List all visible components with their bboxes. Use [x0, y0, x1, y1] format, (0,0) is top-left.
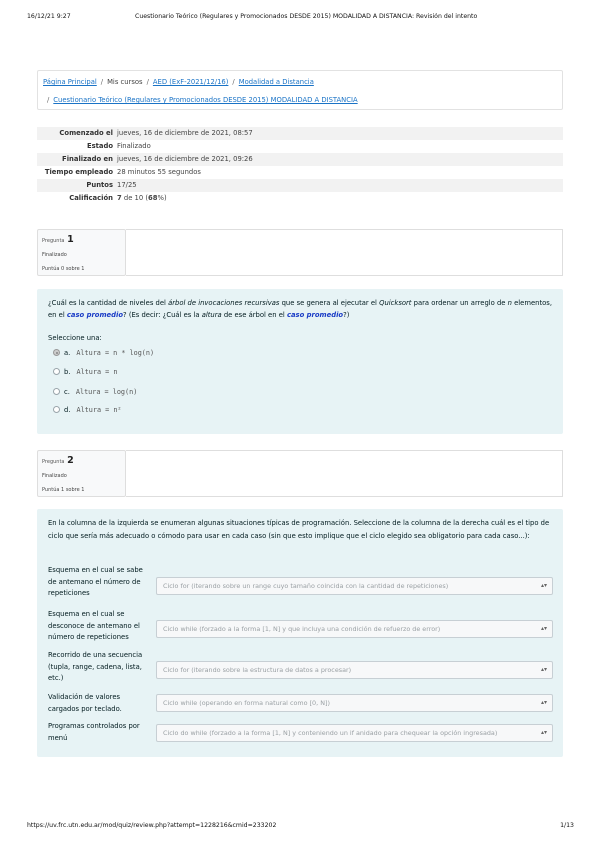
- match-row-label: Recorrido de una secuencia (tupla, range…: [48, 651, 143, 682]
- radio-icon[interactable]: [53, 388, 60, 395]
- summary-value: 17/25: [117, 181, 137, 189]
- answer-option-d[interactable]: d. Altura = n²: [53, 406, 122, 418]
- match-answer-select[interactable]: Ciclo for (iterando sobre la estructura …: [156, 661, 553, 679]
- option-text: Altura = log(n): [75, 388, 138, 396]
- answer-option-b[interactable]: b. Altura = n: [53, 368, 117, 380]
- option-text: Altura = n²: [76, 406, 122, 414]
- summary-label: Comenzado el: [59, 129, 113, 137]
- select-caret-icon: ▴▾: [540, 625, 547, 632]
- summary-row: Estado Finalizado: [37, 140, 563, 153]
- summary-value: 28 minutos 55 segundos: [117, 168, 201, 176]
- option-letter: c.: [64, 388, 70, 396]
- print-header: 16/12/21 9:27 Cuestionario Teórico (Regu…: [27, 13, 574, 25]
- summary-row: Tiempo empleado 28 minutos 55 segundos: [37, 166, 563, 179]
- breadcrumb-quiz-link[interactable]: Cuestionario Teórico (Regulares y Promoc…: [53, 96, 357, 104]
- question-text: En la columna de la izquierda se enumera…: [48, 519, 550, 540]
- grade-suffix: de 10 (: [121, 194, 149, 202]
- match-row: Programas controlados por menú Ciclo do …: [48, 721, 553, 747]
- question-2-body: En la columna de la izquierda se enumera…: [37, 509, 563, 757]
- question-label: Pregunta: [42, 459, 65, 465]
- select-caret-icon: ▴▾: [540, 666, 547, 673]
- match-answer-select[interactable]: Ciclo while (operando en forma natural c…: [156, 694, 553, 712]
- option-text: Altura = n * log(n): [76, 349, 155, 357]
- summary-value: jueves, 16 de diciembre de 2021, 08:57: [117, 129, 253, 137]
- select-caret-icon: ▴▾: [540, 582, 547, 589]
- option-letter: a.: [64, 349, 71, 357]
- question-prompt: Seleccione una:: [48, 334, 102, 342]
- match-row: Esquema en el cual se sabe de antemano e…: [48, 565, 553, 605]
- attempt-summary-table: Comenzado el jueves, 16 de diciembre de …: [37, 127, 563, 205]
- match-row: Recorrido de una secuencia (tupla, range…: [48, 650, 553, 690]
- answer-option-c[interactable]: c. Altura = log(n): [53, 388, 137, 400]
- summary-row: Calificación 7 de 10 (68%): [37, 192, 563, 205]
- breadcrumb: Página Principal / Mis cursos / AED (ExF-202…: [37, 70, 563, 110]
- summary-label: Calificación: [69, 194, 113, 202]
- match-answer-text: Ciclo while (operando en forma natural c…: [163, 699, 330, 707]
- question-number-value: 2: [67, 455, 74, 466]
- summary-label: Estado: [86, 142, 113, 150]
- question-number: Pregunta 2: [42, 455, 74, 466]
- breadcrumb-course-link[interactable]: AED (ExF-2021/12/16): [153, 78, 229, 86]
- summary-row: Puntos 17/25: [37, 179, 563, 192]
- match-answer-text: Ciclo while (forzado a la forma [1, N] y…: [163, 625, 441, 633]
- question-label: Pregunta: [42, 238, 65, 244]
- match-row-label: Validación de valores cargados por tecla…: [48, 693, 122, 713]
- radio-selected-icon[interactable]: [53, 349, 60, 356]
- match-row: Esquema en el cual se desconoce de antem…: [48, 609, 553, 649]
- breadcrumb-separator: /: [232, 78, 235, 86]
- breadcrumb-separator: /: [47, 96, 50, 104]
- summary-value: Finalizado: [117, 142, 151, 150]
- print-url: https://uv.frc.utn.edu.ar/mod/quiz/revie…: [27, 822, 277, 829]
- question-1-info-spacer: [126, 229, 563, 276]
- breadcrumb-my-courses: Mis cursos: [107, 78, 143, 86]
- question-grade: Puntúa 0 sobre 1: [42, 266, 85, 272]
- answer-option-a[interactable]: a. Altura = n * log(n): [53, 349, 154, 361]
- option-letter: b.: [64, 368, 71, 376]
- question-state: Finalizado: [42, 473, 67, 479]
- summary-row: Finalizado en jueves, 16 de diciembre de…: [37, 153, 563, 166]
- question-1-info: Pregunta 1 Finalizado Puntúa 0 sobre 1: [37, 229, 126, 276]
- match-row-label: Esquema en el cual se sabe de antemano e…: [48, 566, 143, 597]
- match-answer-select[interactable]: Ciclo while (forzado a la forma [1, N] y…: [156, 620, 553, 638]
- radio-icon[interactable]: [53, 406, 60, 413]
- question-number-value: 1: [67, 234, 74, 245]
- summary-value: jueves, 16 de diciembre de 2021, 09:26: [117, 155, 253, 163]
- match-answer-text: Ciclo do while (forzado a la forma [1, N…: [163, 729, 498, 737]
- match-row-label: Esquema en el cual se desconoce de antem…: [48, 610, 140, 641]
- question-2-info-spacer: [126, 450, 563, 497]
- match-row-label: Programas controlados por menú: [48, 722, 140, 742]
- summary-label: Tiempo empleado: [44, 168, 113, 176]
- option-letter: d.: [64, 406, 71, 414]
- breadcrumb-separator: /: [100, 78, 104, 86]
- question-1-body: ¿Cuál es la cantidad de niveles del árbo…: [37, 289, 563, 434]
- match-answer-text: Ciclo for (iterando sobre un range cuyo …: [163, 582, 449, 590]
- print-date: 16/12/21 9:27: [27, 13, 71, 20]
- print-title: Cuestionario Teórico (Regulares y Promoc…: [135, 13, 478, 20]
- question-2-info: Pregunta 2 Finalizado Puntúa 1 sobre 1: [37, 450, 126, 497]
- print-page-number: 1/13: [560, 822, 574, 829]
- option-text: Altura = n: [76, 368, 118, 376]
- match-answer-select[interactable]: Ciclo for (iterando sobre un range cuyo …: [156, 577, 553, 595]
- grade-end: %): [157, 194, 167, 202]
- match-answer-text: Ciclo for (iterando sobre la estructura …: [163, 666, 352, 674]
- question-grade: Puntúa 1 sobre 1: [42, 487, 85, 493]
- select-caret-icon: ▴▾: [540, 699, 547, 706]
- select-caret-icon: ▴▾: [540, 729, 547, 736]
- breadcrumb-section-link[interactable]: Modalidad a Distancia: [239, 78, 314, 86]
- question-state: Finalizado: [42, 252, 67, 258]
- summary-row: Comenzado el jueves, 16 de diciembre de …: [37, 127, 563, 140]
- question-number: Pregunta 1: [42, 234, 74, 245]
- breadcrumb-home-link[interactable]: Página Principal: [43, 78, 97, 86]
- match-row: Validación de valores cargados por tecla…: [48, 692, 553, 716]
- print-footer: https://uv.frc.utn.edu.ar/mod/quiz/revie…: [27, 822, 574, 834]
- question-text: ¿Cuál es la cantidad de niveles del árbo…: [48, 299, 552, 319]
- summary-label: Puntos: [86, 181, 113, 189]
- radio-icon[interactable]: [53, 368, 60, 375]
- summary-label: Finalizado en: [62, 155, 113, 163]
- breadcrumb-separator: /: [146, 78, 149, 86]
- match-answer-select[interactable]: Ciclo do while (forzado a la forma [1, N…: [156, 724, 553, 742]
- grade-value: 7 de 10 (68%): [117, 192, 563, 205]
